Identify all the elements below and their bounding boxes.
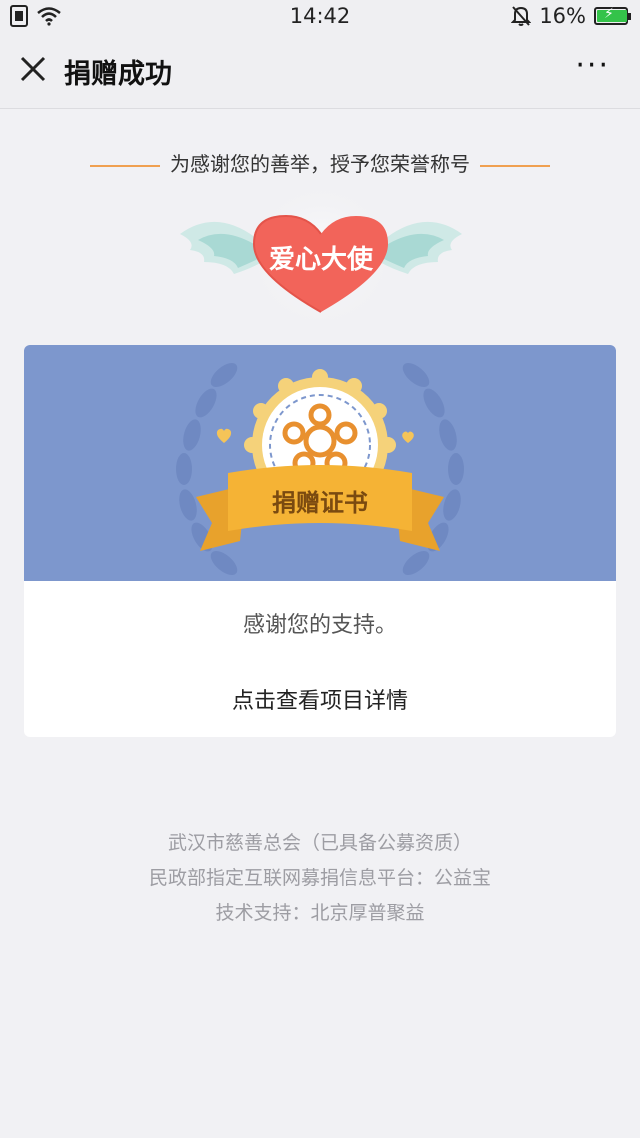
certificate-label: 捐赠证书 — [272, 489, 368, 517]
love-ambassador-badge: 爱心大使 — [176, 178, 466, 331]
honor-text: 为感谢您的善举，授予您荣誉称号 — [170, 152, 470, 176]
divider-right — [480, 164, 550, 167]
certificate-illustration: 捐赠证书 — [176, 363, 464, 575]
more-menu-icon[interactable]: ··· — [575, 51, 610, 81]
footer-platform: 民政部指定互联网募捐信息平台：公益宝 — [148, 867, 491, 889]
honor-heading: 为感谢您的善举，授予您荣誉称号 — [0, 148, 640, 177]
divider-left — [90, 164, 160, 167]
nav-bar: 捐赠成功 ··· — [0, 34, 640, 109]
footer-tech-support: 技术支持：北京厚普聚益 — [215, 902, 425, 924]
winged-heart-icon: 爱心大使 — [180, 181, 462, 331]
battery-icon: ⚡ — [594, 6, 631, 25]
badge-label: 爱心大使 — [269, 245, 374, 275]
page-title: 捐赠成功 — [64, 59, 172, 90]
close-icon[interactable] — [18, 54, 48, 84]
footer-info: 武汉市慈善总会（已具备公募资质） 民政部指定互联网募捐信息平台：公益宝 技术支持… — [0, 826, 640, 931]
status-bar: 14:42 16% ⚡ — [0, 0, 640, 34]
bell-muted-icon — [511, 6, 532, 26]
thanks-text: 感谢您的支持。 — [242, 613, 397, 638]
status-right-icons: 16% ⚡ — [511, 4, 631, 28]
certificate-banner[interactable]: 捐赠证书 — [24, 345, 616, 581]
project-details-link[interactable]: 点击查看项目详情 — [24, 683, 616, 715]
certificate-card[interactable]: 捐赠证书 感谢您的支持。 点击查看项目详情 — [24, 345, 616, 737]
battery-percent: 16% — [539, 4, 586, 28]
footer-organization: 武汉市慈善总会（已具备公募资质） — [167, 832, 472, 854]
